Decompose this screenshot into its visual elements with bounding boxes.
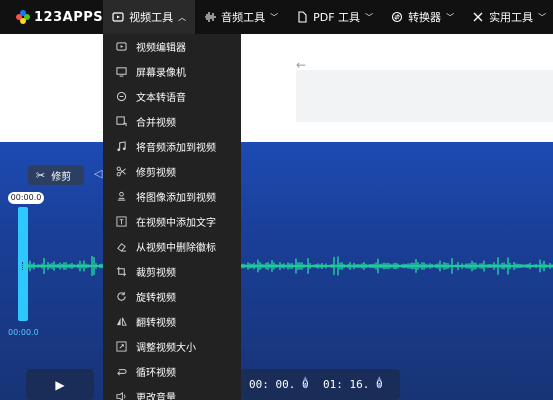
nav-utility-tools[interactable]: 实用工具 ﹀ (463, 0, 553, 34)
text-icon (115, 216, 127, 228)
end-time-stepper-icon[interactable]: ▲ ▼ (377, 375, 382, 391)
flip-icon (115, 316, 127, 328)
time-range-panel: 00: 00. 0 ▲ ▼ 01: 16. 0 ▲ ▼ (240, 369, 400, 400)
play-button[interactable]: ▶ (26, 369, 94, 400)
menu-item-label: 修剪视频 (136, 168, 176, 179)
pdf-icon (296, 11, 308, 23)
nav-label: 实用工具 (489, 11, 534, 24)
nav-video-tools[interactable]: 视频工具 ︿ (103, 0, 196, 34)
trim-button[interactable]: ✂ 修剪 (28, 165, 84, 185)
menu-item[interactable]: 合并视频 (103, 109, 241, 134)
monitor-icon (115, 66, 127, 78)
menu-item-label: 旋转视频 (136, 293, 176, 304)
top-navigation-bar: 123APPS 视频工具 ︿ 音频工具 ﹀ PDF 工具 ﹀ 转换器 ﹀ 实用工… (0, 0, 553, 34)
video-icon (112, 11, 124, 23)
chevron-down-icon: ﹀ (446, 12, 455, 22)
volume-icon[interactable]: ◁ (94, 167, 102, 180)
chevron-down-icon: ﹀ (270, 12, 279, 22)
video-preview-placeholder (296, 70, 553, 122)
menu-item[interactable]: 裁剪视频 (103, 259, 241, 284)
logo-dots-icon (16, 10, 30, 24)
chevron-up-icon: ︿ (178, 12, 187, 22)
main-nav: 视频工具 ︿ 音频工具 ﹀ PDF 工具 ﹀ 转换器 ﹀ 实用工具 ﹀ (103, 0, 553, 34)
play-icon: ▶ (55, 377, 65, 392)
menu-item[interactable]: 更改音量 (103, 384, 241, 400)
menu-item[interactable]: 循环视频 (103, 359, 241, 384)
menu-item[interactable]: 翻转视频 (103, 309, 241, 334)
menu-item-label: 将音频添加到视频 (136, 143, 216, 154)
chevron-down-icon: ﹀ (365, 12, 374, 22)
text-to-speech-icon (115, 91, 127, 103)
start-time-input[interactable]: 00: 00. 0 (249, 378, 309, 391)
menu-item-label: 屏幕录像机 (136, 68, 186, 79)
video-tools-dropdown: 视频编辑器屏幕录像机文本转语音合并视频将音频添加到视频 修剪视频将图像添加到视频在… (103, 34, 241, 400)
convert-icon (391, 11, 403, 23)
menu-item[interactable]: 修剪视频 (103, 159, 241, 184)
nav-label: 音频工具 (221, 11, 266, 24)
scissors-icon: ✂ (36, 168, 46, 182)
tools-icon (472, 11, 484, 23)
menu-item-label: 更改音量 (136, 393, 176, 400)
menu-item[interactable]: 调整视频大小 (103, 334, 241, 359)
loop-icon (115, 366, 127, 378)
rotate-icon (115, 291, 127, 303)
menu-item-label: 裁剪视频 (136, 268, 176, 279)
menu-item-label: 翻转视频 (136, 318, 176, 329)
nav-pdf-tools[interactable]: PDF 工具 ﹀ (287, 0, 382, 34)
end-time-input[interactable]: 01: 16. 0 (323, 378, 383, 391)
audio-wave-icon (204, 11, 216, 23)
menu-item[interactable]: 在视频中添加文字 (103, 209, 241, 234)
nav-label: PDF 工具 (313, 11, 361, 24)
volume-icon (115, 391, 127, 400)
menu-item[interactable]: 视频编辑器 (103, 34, 241, 59)
music-note-icon (115, 141, 127, 153)
image-stamp-icon (115, 191, 127, 203)
menu-item-label: 从视频中删除徽标 (136, 243, 216, 254)
crop-icon (115, 266, 127, 278)
menu-item-label: 在视频中添加文字 (136, 218, 216, 229)
logo[interactable]: 123APPS (16, 10, 103, 25)
merge-icon (115, 116, 127, 128)
nav-audio-tools[interactable]: 音频工具 ﹀ (195, 0, 287, 34)
scissors-icon (115, 166, 127, 178)
menu-item-label: 文本转语音 (136, 93, 186, 104)
start-time-stepper-icon[interactable]: ▲ ▼ (303, 375, 308, 391)
menu-item[interactable]: 文本转语音 (103, 84, 241, 109)
trim-label: 修剪 (51, 171, 72, 183)
menu-item[interactable]: 从视频中删除徽标 (103, 234, 241, 259)
menu-item-label: 合并视频 (136, 118, 176, 129)
chevron-down-icon: ﹀ (538, 12, 547, 22)
logo-text: 123APPS (34, 9, 104, 25)
menu-item-label: 将图像添加到视频 (136, 193, 216, 204)
resize-icon (115, 341, 127, 353)
start-marker-time: 00:00.0 (8, 192, 44, 204)
menu-item-label: 视频编辑器 (136, 43, 186, 54)
menu-item-label: 调整视频大小 (136, 343, 196, 354)
menu-item[interactable]: 将图像添加到视频 (103, 184, 241, 209)
menu-item-label: 循环视频 (136, 368, 176, 379)
menu-item[interactable]: 旋转视频 (103, 284, 241, 309)
nav-label: 转换器 (408, 11, 442, 24)
start-time-label: 00:00.0 (8, 328, 39, 337)
nav-converter[interactable]: 转换器 ﹀ (382, 0, 463, 34)
nav-label: 视频工具 (129, 11, 174, 24)
menu-item[interactable]: 将音频添加到视频 (103, 134, 241, 159)
video-editor-icon (115, 41, 127, 53)
menu-item[interactable]: 屏幕录像机 (103, 59, 241, 84)
eraser-icon (115, 241, 127, 253)
